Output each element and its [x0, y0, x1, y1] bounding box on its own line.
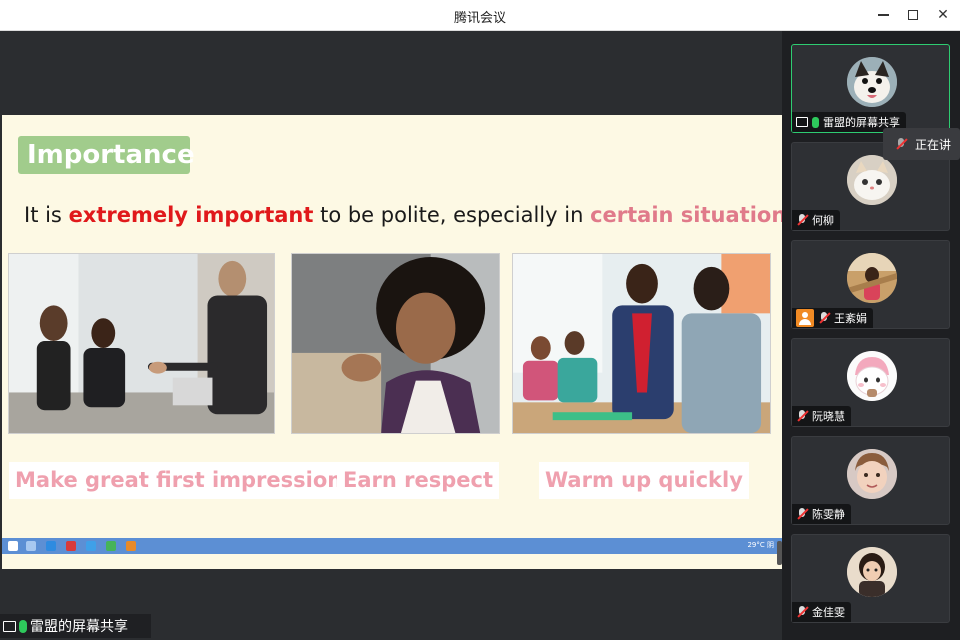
search-icon: [26, 541, 36, 551]
app-icon: [66, 541, 76, 551]
participant-name: 王紊娟: [834, 312, 867, 325]
app-icon: [126, 541, 136, 551]
cartoon-avatar: [847, 351, 897, 401]
edge-icon: [46, 541, 56, 551]
window-title: 腾讯会议: [453, 11, 506, 26]
participant-name: 陈雯静: [812, 508, 845, 521]
baby-avatar: [847, 449, 897, 499]
presentation-slide: Importance It is extremely important to …: [2, 115, 805, 569]
headline-text-2: to be polite, especially in: [313, 203, 591, 227]
windows-start-icon: [8, 541, 18, 551]
slide-headline: It is extremely important to be polite, …: [24, 203, 805, 227]
child-avatar: [847, 253, 897, 303]
participant-name: 阮晓慧: [812, 410, 845, 423]
taskbar-tray: 29°C 阴: [747, 541, 774, 549]
office-team-photo: [512, 253, 771, 434]
participant-tile[interactable]: 金佳雯: [791, 534, 950, 623]
microphone-muted-icon: [796, 606, 808, 618]
microphone-active-icon: [19, 619, 27, 633]
participant-name: 金佳雯: [812, 606, 845, 619]
participant-nameplate: 王紊娟: [792, 308, 873, 328]
headline-highlight-1: extremely important: [68, 203, 314, 227]
participant-name: 何柳: [812, 214, 834, 227]
participant-tile[interactable]: 雷盟的屏幕共享: [791, 44, 950, 133]
caption-earn-respect: Earn respect: [337, 462, 499, 499]
host-badge-icon: [796, 309, 814, 327]
slide-tag: Importance: [18, 136, 195, 174]
participant-nameplate: 陈雯静: [792, 504, 851, 524]
minimize-button[interactable]: [872, 4, 894, 26]
meeting-window: 腾讯会议 ✕ Importance It is extremely import…: [0, 0, 960, 640]
caption-warm-up: Warm up quickly: [539, 462, 749, 499]
maximize-icon: [908, 10, 918, 20]
screen-share-label: 雷盟的屏幕共享: [0, 614, 151, 638]
headline-text-1: It is: [24, 203, 69, 227]
microphone-active-icon: [812, 116, 819, 128]
minimize-icon: [877, 14, 889, 16]
business-handshake-photo: [8, 253, 275, 434]
microphone-muted-icon: [818, 312, 830, 324]
headline-highlight-2: certain situations: [590, 203, 799, 227]
wechat-icon: [106, 541, 116, 551]
participants-panel: 雷盟的屏幕共享 何柳 王紊娟 阮晓慧 陈雯静 金佳雯: [782, 31, 960, 640]
participant-tile[interactable]: 阮晓慧: [791, 338, 950, 427]
smiling-woman-photo: [291, 253, 500, 434]
girl-avatar: [847, 547, 897, 597]
dog-avatar: [847, 57, 897, 107]
maximize-button[interactable]: [902, 4, 924, 26]
participant-nameplate: 金佳雯: [792, 602, 851, 622]
speaking-tooltip: 正在讲: [883, 128, 960, 160]
screen-share-icon: [796, 117, 808, 127]
microphone-muted-icon: [895, 138, 907, 150]
shared-screen-stage[interactable]: Importance It is extremely important to …: [0, 31, 805, 640]
participant-nameplate: 何柳: [792, 210, 840, 230]
close-icon: ✕: [937, 7, 949, 23]
participant-tile[interactable]: 王紊娟: [791, 240, 950, 329]
shared-taskbar: 29°C 阴: [2, 538, 782, 554]
participant-nameplate: 阮晓慧: [792, 406, 851, 426]
app-icon: [86, 541, 96, 551]
speaking-label: 正在讲: [915, 137, 952, 152]
microphone-muted-icon: [796, 508, 808, 520]
microphone-muted-icon: [796, 410, 808, 422]
participant-tile[interactable]: 陈雯静: [791, 436, 950, 525]
cat-avatar: [847, 155, 897, 205]
screen-share-icon: [3, 620, 16, 632]
caption-first-impression: Make great first impression: [9, 462, 349, 499]
close-button[interactable]: ✕: [932, 4, 954, 26]
microphone-muted-icon: [796, 214, 808, 226]
screen-share-text: 雷盟的屏幕共享: [30, 619, 128, 635]
title-bar: 腾讯会议 ✕: [0, 0, 960, 31]
